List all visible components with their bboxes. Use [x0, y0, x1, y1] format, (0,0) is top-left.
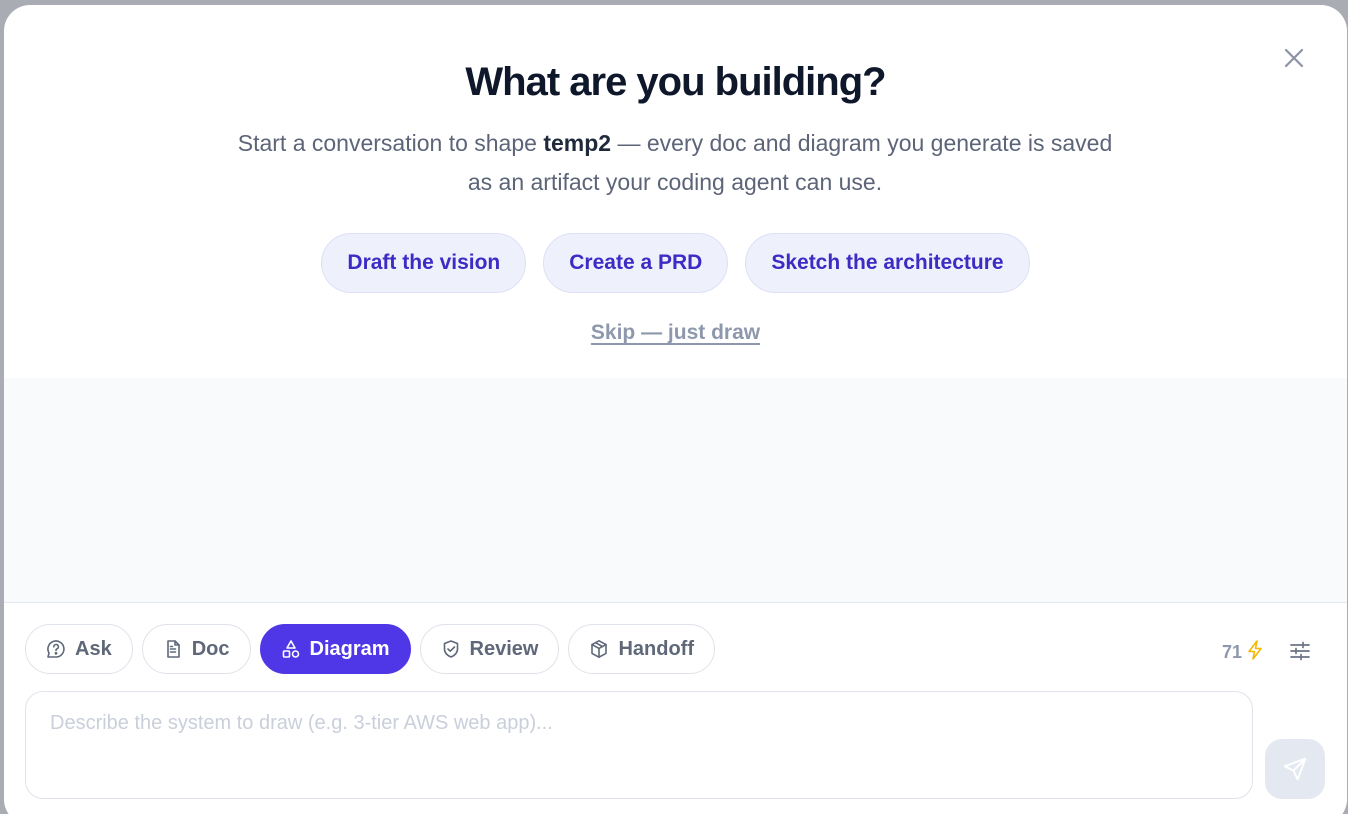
document-icon	[163, 639, 183, 659]
canvas-area	[4, 378, 1347, 603]
sketch-architecture-button[interactable]: Sketch the architecture	[745, 233, 1030, 293]
settings-button[interactable]	[1287, 638, 1313, 664]
modal-title: What are you building?	[465, 60, 886, 104]
prompt-input[interactable]	[25, 691, 1253, 799]
mode-ask-label: Ask	[75, 637, 112, 660]
mode-ask-button[interactable]: Ask	[25, 624, 133, 674]
quick-actions: Draft the vision Create a PRD Sketch the…	[4, 233, 1347, 293]
credits-count: 71	[1222, 642, 1243, 662]
create-prd-button[interactable]: Create a PRD	[543, 233, 729, 293]
send-icon	[1283, 757, 1307, 781]
mode-diagram-button[interactable]: Diagram	[259, 624, 411, 674]
help-circle-icon	[46, 639, 66, 659]
shapes-icon	[281, 639, 301, 659]
mode-diagram-label: Diagram	[309, 637, 390, 660]
draft-vision-button[interactable]: Draft the vision	[321, 233, 527, 293]
skip-link[interactable]: Skip — just draw	[4, 321, 1347, 345]
onboarding-modal: What are you building? Start a conversat…	[4, 5, 1347, 814]
mode-doc-button[interactable]: Doc	[141, 624, 251, 674]
mode-selector: Ask Doc Diagram Review Handoff	[25, 624, 716, 674]
mode-handoff-button[interactable]: Handoff	[568, 624, 716, 674]
credits-counter: 71	[1222, 640, 1263, 665]
sliders-icon	[1290, 641, 1310, 661]
lightning-icon	[1247, 640, 1263, 665]
package-icon	[589, 639, 609, 659]
subtitle-text-before: Start a conversation to shape	[237, 130, 544, 156]
composer-panel: Ask Doc Diagram Review Handoff 71 Descri…	[4, 602, 1347, 814]
shield-check-icon	[441, 639, 461, 659]
mode-review-button[interactable]: Review	[419, 624, 560, 674]
project-name: temp2	[543, 130, 612, 156]
mode-review-label: Review	[469, 637, 539, 660]
modal-subtitle: Start a conversation to shape temp2 — ev…	[225, 124, 1125, 202]
send-button[interactable]	[1265, 739, 1325, 799]
mode-handoff-label: Handoff	[618, 637, 695, 660]
mode-doc-label: Doc	[191, 637, 230, 660]
